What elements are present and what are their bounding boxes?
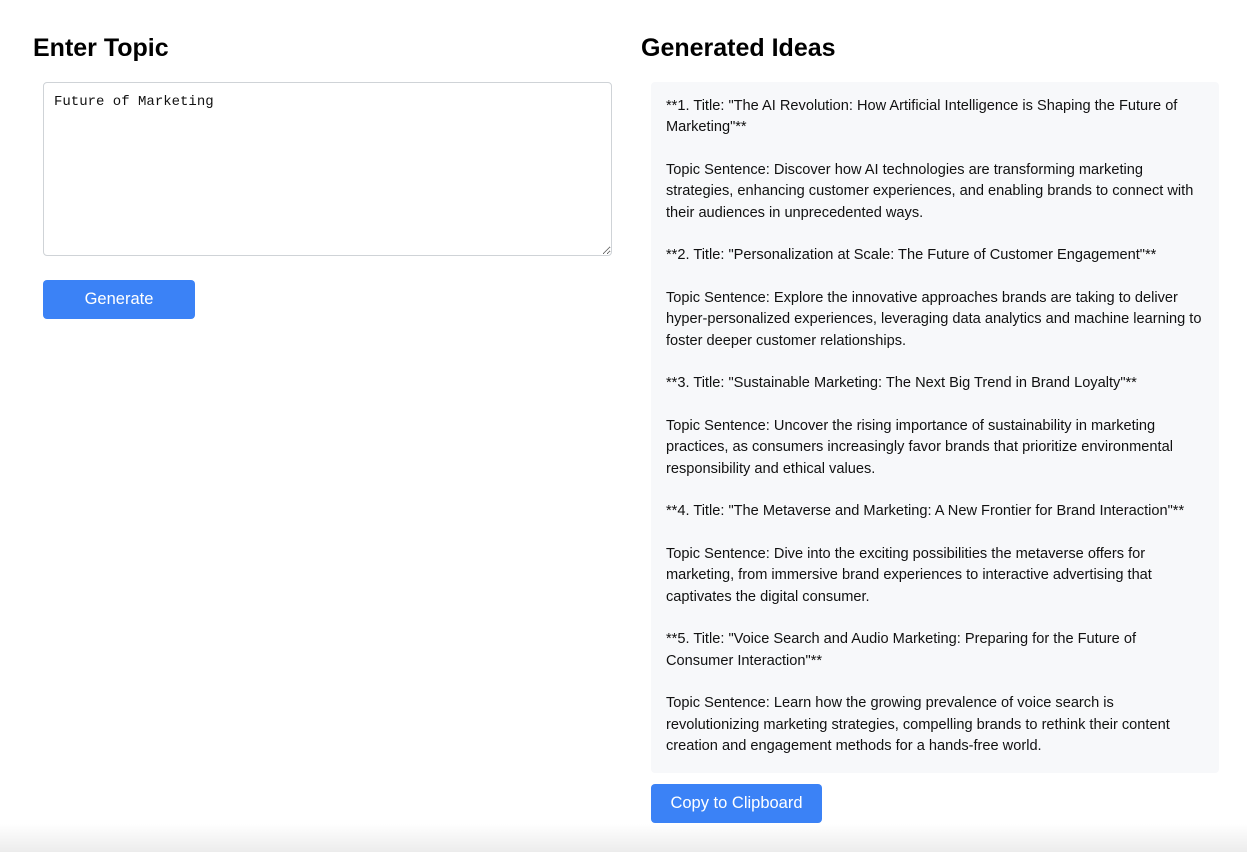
topic-input[interactable] [43, 82, 612, 256]
ideas-panel: Generated Ideas **1. Title: "The AI Revo… [641, 31, 1221, 773]
generated-ideas-text: **1. Title: "The AI Revolution: How Arti… [666, 98, 1202, 754]
topic-panel: Enter Topic Generate Ideas [33, 31, 613, 348]
generated-ideas-heading: Generated Ideas [641, 34, 836, 62]
idea-generator-page: Enter Topic Generate Ideas Generated Ide… [0, 0, 1247, 852]
generate-ideas-button[interactable]: Generate Ideas [43, 280, 195, 347]
enter-topic-heading: Enter Topic [33, 34, 169, 62]
window-bottom-edge [0, 824, 1247, 852]
generated-ideas-output: **1. Title: "The AI Revolution: How Arti… [651, 82, 1219, 773]
copy-to-clipboard-button[interactable]: Copy to Clipboard [651, 784, 822, 823]
